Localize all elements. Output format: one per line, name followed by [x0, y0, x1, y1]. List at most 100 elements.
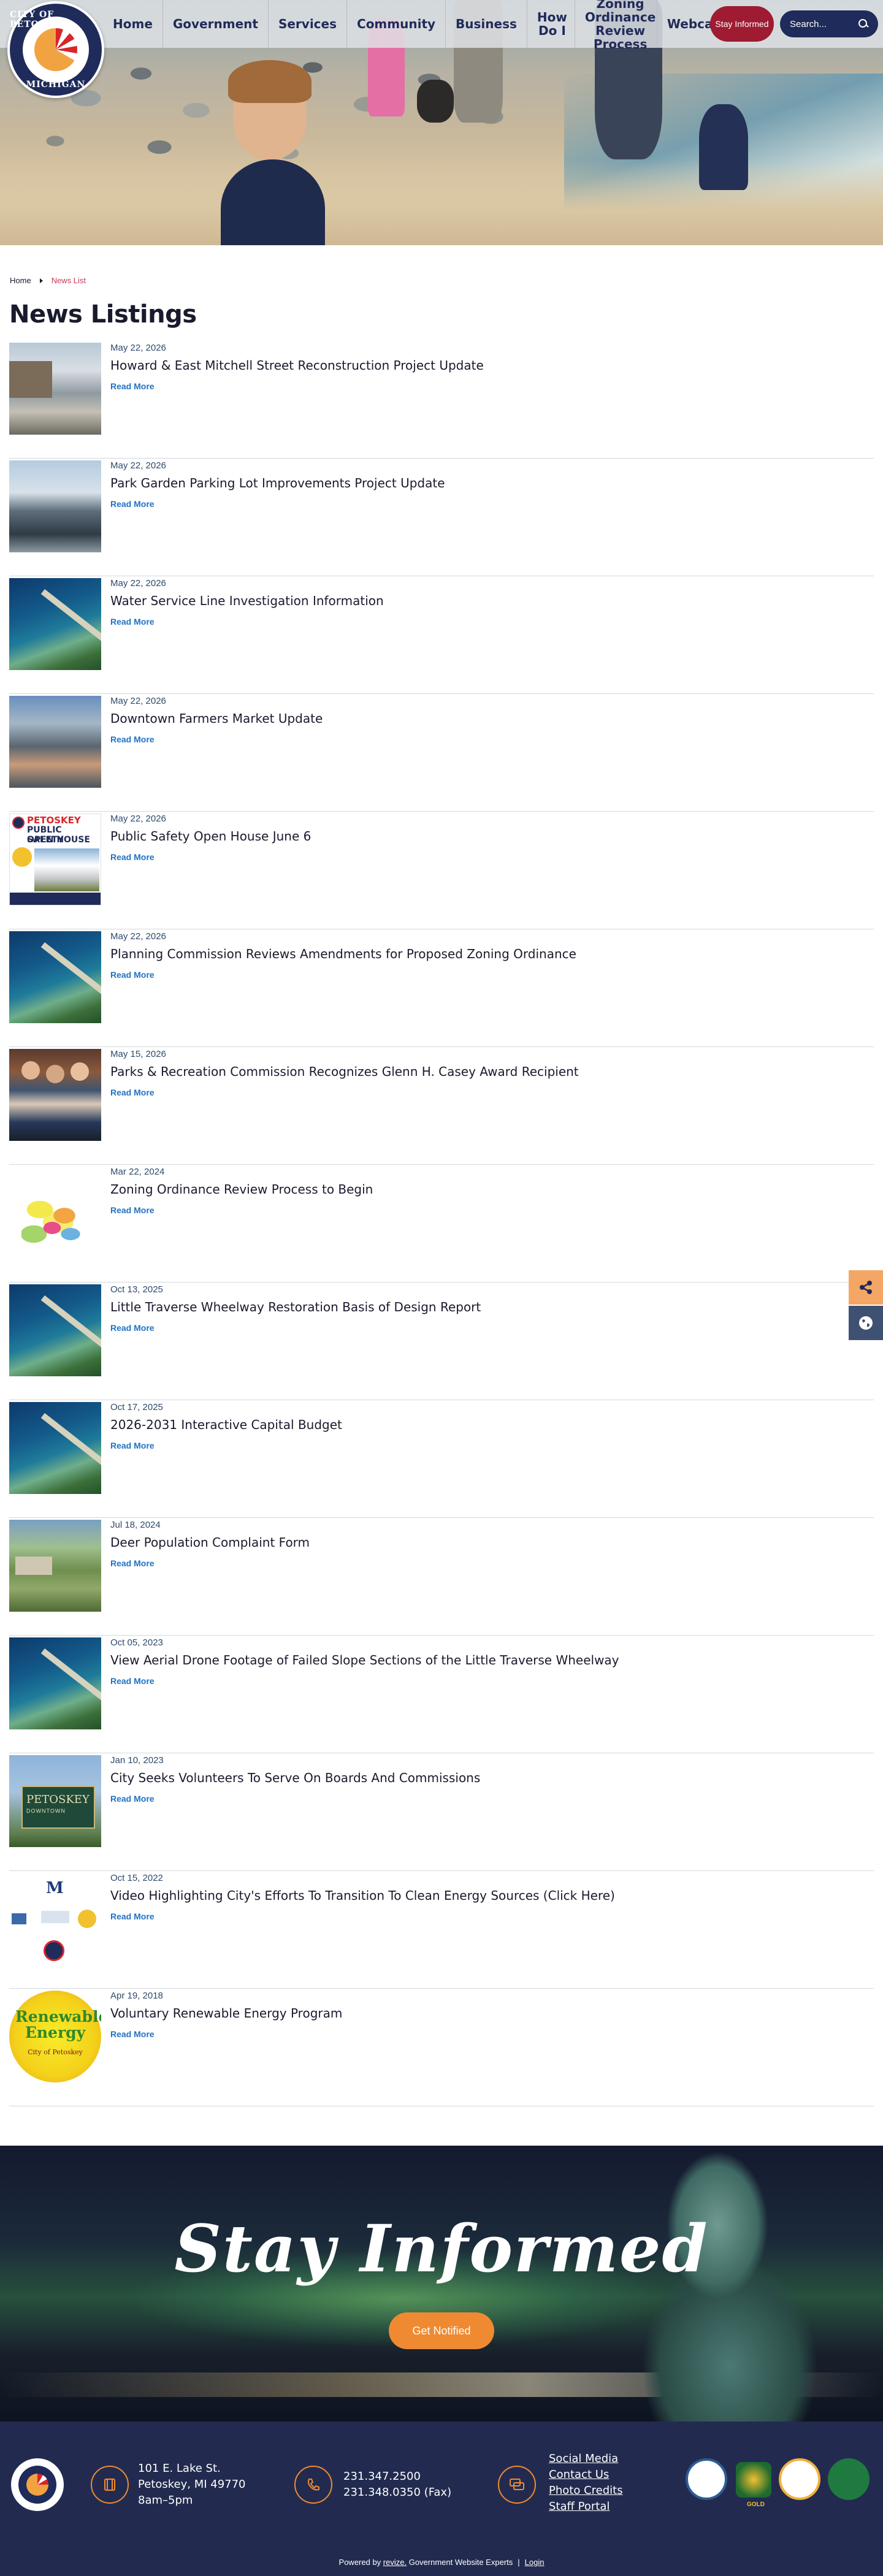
news-thumbnail[interactable]	[9, 1167, 101, 1259]
read-more-link[interactable]: Read More	[110, 734, 323, 744]
news-thumbnail[interactable]	[9, 1284, 101, 1376]
news-thumbnail[interactable]: PETOSKEY PUBLIC SAFETY OPEN HOUSE	[9, 814, 101, 905]
award-badge	[736, 2462, 771, 2498]
read-more-link[interactable]: Read More	[110, 970, 576, 980]
footer-link-social-media[interactable]: Social Media	[549, 2451, 623, 2467]
news-title[interactable]: Voluntary Renewable Energy Program	[110, 2006, 342, 2021]
get-notified-button[interactable]: Get Notified	[389, 2312, 494, 2349]
news-thumbnail[interactable]	[9, 1049, 101, 1141]
read-more-link[interactable]: Read More	[110, 1323, 481, 1333]
news-date: Oct 17, 2025	[110, 1402, 163, 1412]
top-navigation-bar: Home Government Services Community Busin…	[0, 0, 883, 51]
breadcrumb-home[interactable]: Home	[10, 276, 31, 285]
news-thumbnail[interactable]	[9, 1402, 101, 1494]
news-title[interactable]: Deer Population Complaint Form	[110, 1535, 310, 1550]
award-badge	[779, 2458, 820, 2500]
nav-community[interactable]: Community	[347, 0, 446, 48]
news-body: Jul 18, 2024 Deer Population Complaint Fo…	[110, 1518, 310, 1635]
stay-informed-button[interactable]: Stay Informed	[710, 6, 774, 42]
translate-button[interactable]	[849, 1306, 883, 1340]
news-title[interactable]: Zoning Ordinance Review Process to Begin	[110, 1182, 373, 1197]
main-nav: Home Government Services Community Busin…	[103, 0, 743, 51]
nav-zoning-ordinance[interactable]: Zoning Ordinance Review Process	[575, 0, 657, 51]
read-more-link[interactable]: Read More	[110, 1676, 619, 1686]
footer-link-photo-credits[interactable]: Photo Credits	[549, 2483, 623, 2499]
location-icon	[91, 2466, 129, 2504]
news-title[interactable]: Downtown Farmers Market Update	[110, 711, 323, 726]
read-more-link[interactable]: Read More	[110, 381, 484, 391]
footer-city-logo[interactable]	[11, 2458, 64, 2511]
news-thumbnail[interactable]	[9, 578, 101, 670]
news-body: Apr 19, 2018 Voluntary Renewable Energy P…	[110, 1989, 342, 2106]
read-more-link[interactable]: Read More	[110, 617, 384, 627]
news-title[interactable]: Little Traverse Wheelway Restoration Bas…	[110, 1300, 481, 1314]
news-thumbnail[interactable]	[9, 1520, 101, 1612]
news-item: PETOSKEY DOWNTOWN Jan 10, 2023 City Seeks V…	[9, 1753, 874, 1871]
thumb-text: City of Petoskey	[28, 2048, 83, 2056]
news-date: Mar 22, 2024	[110, 1167, 165, 1177]
city-logo[interactable]: CITY OF PETOSKEY MICHIGAN	[7, 1, 104, 98]
news-item: PETOSKEY PUBLIC SAFETY OPEN HOUSE May 22, 2…	[9, 812, 874, 929]
news-date: Oct 15, 2022	[110, 1873, 163, 1883]
read-more-link[interactable]: Read More	[110, 1088, 579, 1097]
nav-business[interactable]: Business	[446, 0, 527, 48]
news-title[interactable]: Parks & Recreation Commission Recognizes…	[110, 1064, 579, 1079]
news-title[interactable]: City Seeks Volunteers To Serve On Boards…	[110, 1770, 480, 1785]
read-more-link[interactable]: Read More	[110, 852, 311, 862]
thumb-text: OPEN HOUSE	[27, 835, 90, 845]
news-thumbnail[interactable]	[9, 460, 101, 552]
read-more-link[interactable]: Read More	[110, 1794, 480, 1804]
read-more-link[interactable]: Read More	[110, 1558, 310, 1568]
footer-link-staff-portal[interactable]: Staff Portal	[549, 2499, 623, 2515]
read-more-link[interactable]: Read More	[110, 1911, 615, 1921]
news-title[interactable]: Park Garden Parking Lot Improvements Pro…	[110, 476, 445, 490]
news-thumbnail[interactable]: PETOSKEY DOWNTOWN	[9, 1755, 101, 1847]
news-thumbnail[interactable]	[9, 1637, 101, 1729]
news-title[interactable]: 2026-2031 Interactive Capital Budget	[110, 1417, 342, 1432]
news-thumbnail[interactable]	[9, 343, 101, 435]
news-thumbnail[interactable]: M	[9, 1873, 101, 1965]
nav-how-do-i[interactable]: How Do I	[527, 0, 575, 48]
news-title[interactable]: Public Safety Open House June 6	[110, 829, 311, 844]
read-more-link[interactable]: Read More	[110, 1205, 373, 1215]
news-date: Apr 19, 2018	[110, 1991, 163, 2001]
footer-address: 101 E. Lake St. Petoskey, MI 49770 8am–5…	[138, 2461, 246, 2509]
news-thumbnail[interactable]	[9, 696, 101, 788]
news-title[interactable]: View Aerial Drone Footage of Failed Slop…	[110, 1653, 619, 1667]
powered-prefix: Powered by	[338, 2558, 383, 2567]
phone-number[interactable]: 231.347.2500	[343, 2469, 451, 2485]
chat-icon	[498, 2466, 536, 2504]
revize-link[interactable]: revize.	[383, 2558, 407, 2567]
office-hours: 8am–5pm	[138, 2494, 193, 2507]
thumb-text: PETOSKEY	[27, 815, 81, 826]
logo-sunburst-icon	[34, 28, 77, 71]
read-more-link[interactable]: Read More	[110, 499, 445, 509]
share-icon	[860, 1281, 872, 1294]
news-thumbnail[interactable]: Renewable Energy City of Petoskey	[9, 1991, 101, 2083]
search-icon[interactable]	[858, 19, 868, 29]
news-thumbnail[interactable]	[9, 931, 101, 1023]
news-item: May 22, 2026 Downtown Farmers Market Upda…	[9, 694, 874, 812]
globe-icon	[859, 1316, 873, 1330]
thumb-text-line: Energy	[25, 2024, 86, 2041]
news-item: May 22, 2026 Water Service Line Investiga…	[9, 576, 874, 694]
downtown-sign	[21, 1786, 95, 1829]
news-date: Jul 18, 2024	[110, 1520, 161, 1530]
news-title[interactable]: Howard & East Mitchell Street Reconstruc…	[110, 358, 484, 373]
thumb-text: M	[46, 1879, 64, 1897]
nav-government[interactable]: Government	[163, 0, 269, 48]
login-link[interactable]: Login	[525, 2558, 545, 2567]
read-more-link[interactable]: Read More	[110, 1441, 342, 1450]
nav-home[interactable]: Home	[103, 0, 163, 48]
news-title[interactable]: Planning Commission Reviews Amendments f…	[110, 947, 576, 961]
news-title[interactable]: Water Service Line Investigation Informa…	[110, 593, 384, 608]
news-item: Renewable Energy City of Petoskey Apr 19, 2…	[9, 1989, 874, 2106]
fax-number: 231.348.0350 (Fax)	[343, 2486, 452, 2499]
footer-link-contact-us[interactable]: Contact Us	[549, 2467, 623, 2483]
nav-services[interactable]: Services	[269, 0, 348, 48]
read-more-link[interactable]: Read More	[110, 2029, 342, 2039]
news-title[interactable]: Video Highlighting City's Efforts To Tra…	[110, 1888, 615, 1903]
search-input[interactable]	[790, 18, 851, 29]
thumb-footer-band	[10, 893, 101, 905]
share-button[interactable]	[849, 1270, 883, 1305]
